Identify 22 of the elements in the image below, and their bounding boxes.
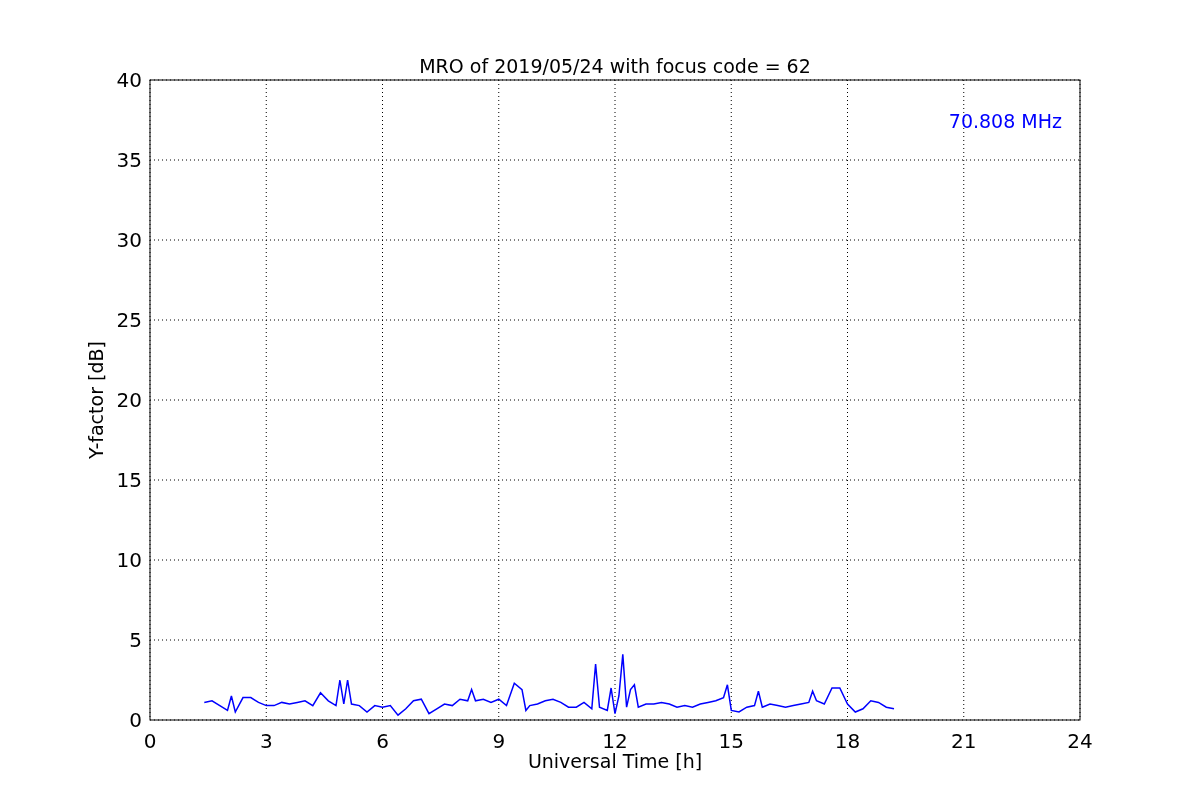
x-tick-label: 18 <box>834 729 861 753</box>
y-tick-label: 15 <box>116 468 142 492</box>
x-tick-label: 3 <box>259 729 273 753</box>
x-tick-label: 0 <box>143 729 157 753</box>
y-tick-label: 0 <box>129 708 142 732</box>
y-tick-label: 30 <box>116 228 142 252</box>
y-tick-label: 40 <box>116 68 142 92</box>
y-axis-label: Y-factor [dB] <box>85 341 107 459</box>
x-tick-label: 24 <box>1067 729 1093 753</box>
x-tick-label: 15 <box>718 729 744 753</box>
y-tick-label: 25 <box>116 308 142 332</box>
chart-title: MRO of 2019/05/24 with focus code = 62 <box>419 55 811 77</box>
x-axis-label: Universal Time [h] <box>527 750 703 772</box>
x-tick-label: 12 <box>602 729 628 753</box>
y-tick-label: 35 <box>116 148 142 172</box>
x-tick-label: 6 <box>376 729 389 753</box>
y-tick-label: 5 <box>129 628 142 652</box>
series-label: 70.808 MHz <box>948 110 1062 132</box>
x-tick-label: 21 <box>951 729 977 753</box>
y-tick-label: 10 <box>116 548 142 572</box>
x-tick-label: 9 <box>492 729 506 753</box>
y-tick-label: 20 <box>116 388 142 412</box>
